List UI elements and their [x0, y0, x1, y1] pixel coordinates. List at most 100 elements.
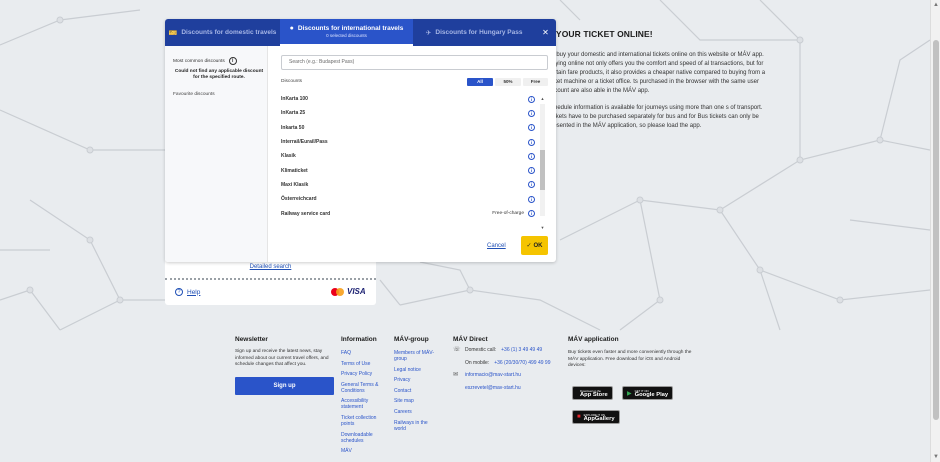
discount-tabs: 🎫 Discounts for domestic travels ● Disco… — [165, 19, 556, 46]
footer-link[interactable]: MÁV — [341, 448, 385, 454]
list-item[interactable]: InKarta 25 i — [281, 106, 543, 120]
footer: Newsletter Sign up and receive the lates… — [0, 329, 930, 462]
app-title: MÁV application — [568, 336, 619, 343]
mail-icon: ✉ — [453, 372, 459, 378]
domestic-call-label: Domestic call: — [465, 347, 497, 353]
footer-link[interactable]: Terms of Use — [341, 361, 385, 367]
mav-group-title: MÁV-group — [394, 336, 429, 343]
mav-direct-title: MÁV Direct — [453, 336, 488, 343]
info-icon[interactable]: i — [528, 109, 535, 117]
footer-link[interactable]: Downloadable schedules — [341, 432, 385, 444]
tab-international[interactable]: ● Discounts for international travels 0 … — [280, 19, 413, 46]
footer-link[interactable]: Contact — [394, 388, 438, 394]
list-item[interactable]: Interrail/Eurail/Pass i — [281, 135, 543, 149]
contact-info: ☏ Domestic call: +36 (1) 3 49 49 49 On mob… — [453, 347, 550, 397]
list-item[interactable]: Railway service card Free-of-charge i — [281, 206, 543, 220]
mobile-phone-link[interactable]: +36 (20/30/70) 499 49 99 — [494, 360, 550, 366]
email-link-info[interactable]: informacio@mav-start.hu — [465, 372, 521, 378]
list-item[interactable]: InKarta 100 i — [281, 92, 543, 106]
mobile-label: On mobile: — [465, 359, 490, 366]
app-store-label: App Store — [580, 392, 608, 398]
cancel-button[interactable]: Cancel — [487, 243, 506, 249]
info-icon[interactable]: i — [528, 152, 535, 160]
footer-link[interactable]: General Terms & Conditions — [341, 382, 385, 394]
discount-name: Inkarta 50 — [281, 124, 305, 131]
check-icon: ✓ — [526, 243, 532, 249]
discounts-modal: 🎫 Discounts for domestic travels ● Disco… — [165, 19, 556, 262]
list-item[interactable]: Österreichcard i — [281, 192, 543, 206]
pass-icon: ✈ — [425, 29, 432, 37]
help-link[interactable]: ? Help — [175, 288, 200, 296]
discount-list-scrollbar[interactable]: ▲ ▼ — [539, 96, 546, 230]
info-icon[interactable]: i — [528, 138, 535, 146]
discount-name: Klasik — [281, 153, 296, 160]
footer-link[interactable]: FAQ — [341, 350, 385, 356]
discount-name: Klimaticket — [281, 167, 308, 174]
footer-link[interactable]: Legal notice — [394, 367, 438, 373]
tab-domestic[interactable]: 🎫 Discounts for domestic travels — [165, 19, 280, 46]
info-icon[interactable]: i — [528, 167, 535, 175]
footer-link[interactable]: Privacy Policy — [341, 371, 385, 377]
scroll-thumb[interactable] — [540, 150, 545, 190]
filter-free-button[interactable]: Free — [523, 78, 548, 86]
footer-link[interactable]: Privacy — [394, 377, 438, 383]
page-scrollbar[interactable]: ▲ ▼ — [930, 0, 940, 462]
discount-list-header: Discounts All 50% Free — [281, 77, 548, 87]
info-icon[interactable]: i — [528, 210, 535, 218]
filter-50-button[interactable]: 50% — [495, 78, 521, 86]
google-play-button[interactable]: ▶ GET IT ON Google Play — [622, 386, 674, 400]
email-link-feedback[interactable]: eszrevetel@mav-start.hu — [465, 385, 521, 391]
play-icon: ▶ — [627, 390, 632, 397]
most-common-heading: Most common discounts i — [173, 57, 237, 65]
discount-name: InKarta 25 — [281, 110, 306, 117]
globe-icon: ● — [289, 25, 294, 32]
info-paragraph-2: schedule information is available for jo… — [548, 105, 763, 129]
app-store-button[interactable]: Download on the App Store — [572, 386, 613, 400]
domestic-phone-link[interactable]: +36 (1) 3 49 49 49 — [501, 347, 542, 353]
info-icon[interactable]: i — [228, 57, 237, 65]
list-item[interactable]: Klasik i — [281, 149, 543, 163]
scroll-up-icon[interactable]: ▲ — [932, 1, 940, 9]
footer-link[interactable]: Site map — [394, 398, 438, 404]
huawei-icon: ■ — [577, 414, 581, 420]
ok-button[interactable]: ✓ OK — [521, 236, 548, 255]
visa-logo: VISA — [347, 287, 366, 296]
mav-group-links: Members of MÁV-group Legal notice Privac… — [394, 350, 438, 436]
discount-name: Interrail/Eurail/Pass — [281, 139, 328, 146]
list-item[interactable]: Klimaticket i — [281, 163, 543, 177]
discount-search-input[interactable]: Search (e.g.: Budapest Pass) — [281, 55, 548, 70]
list-item[interactable]: Maxi Klasik i — [281, 178, 543, 192]
discount-extra: Free-of-charge — [492, 211, 524, 217]
ticket-icon: 🎫 — [168, 29, 178, 37]
information-links: FAQ Terms of Use Privacy Policy General … — [341, 350, 385, 459]
most-common-label: Most common discounts — [173, 58, 225, 64]
footer-link[interactable]: Railways in the world — [394, 420, 438, 432]
filter-all-button[interactable]: All — [467, 78, 493, 86]
tab-domestic-label: Discounts for domestic travels — [181, 29, 277, 36]
scroll-down-icon[interactable]: ▼ — [932, 453, 940, 461]
help-icon: ? — [175, 288, 183, 296]
footer-link[interactable]: Careers — [394, 409, 438, 415]
app-text: Buy tickets even faster and more conveni… — [568, 350, 692, 368]
discounts-label: Discounts — [281, 79, 303, 84]
discount-name: Railway service card — [281, 210, 331, 217]
scroll-down-icon[interactable]: ▼ — [539, 225, 546, 230]
info-icon[interactable]: i — [528, 124, 535, 132]
page-scroll-thumb[interactable] — [933, 40, 939, 420]
tab-hungary-pass[interactable]: ✈ Discounts for Hungary Pass — [413, 19, 535, 46]
footer-link[interactable]: Ticket collection points — [341, 415, 385, 427]
discount-name: Maxi Klasik — [281, 181, 309, 188]
detailed-search-link[interactable]: Detailed search — [165, 264, 376, 270]
app-gallery-button[interactable]: ■ EXPLORE IT ON AppGallery — [572, 410, 620, 424]
info-icon[interactable]: i — [528, 195, 535, 203]
newsletter-text: Sign up and receive the latest news, sta… — [235, 349, 329, 367]
close-button[interactable]: ✕ — [535, 19, 556, 46]
discount-sidebar: Most common discounts i Could not find a… — [165, 46, 268, 262]
sign-up-button[interactable]: Sign up — [235, 377, 334, 395]
scroll-up-icon[interactable]: ▲ — [539, 96, 546, 101]
footer-link[interactable]: Accessibility statement — [341, 398, 385, 410]
list-item[interactable]: Inkarta 50 i — [281, 121, 543, 135]
info-icon[interactable]: i — [528, 95, 535, 103]
info-icon[interactable]: i — [528, 181, 535, 189]
footer-link[interactable]: Members of MÁV-group — [394, 350, 438, 362]
